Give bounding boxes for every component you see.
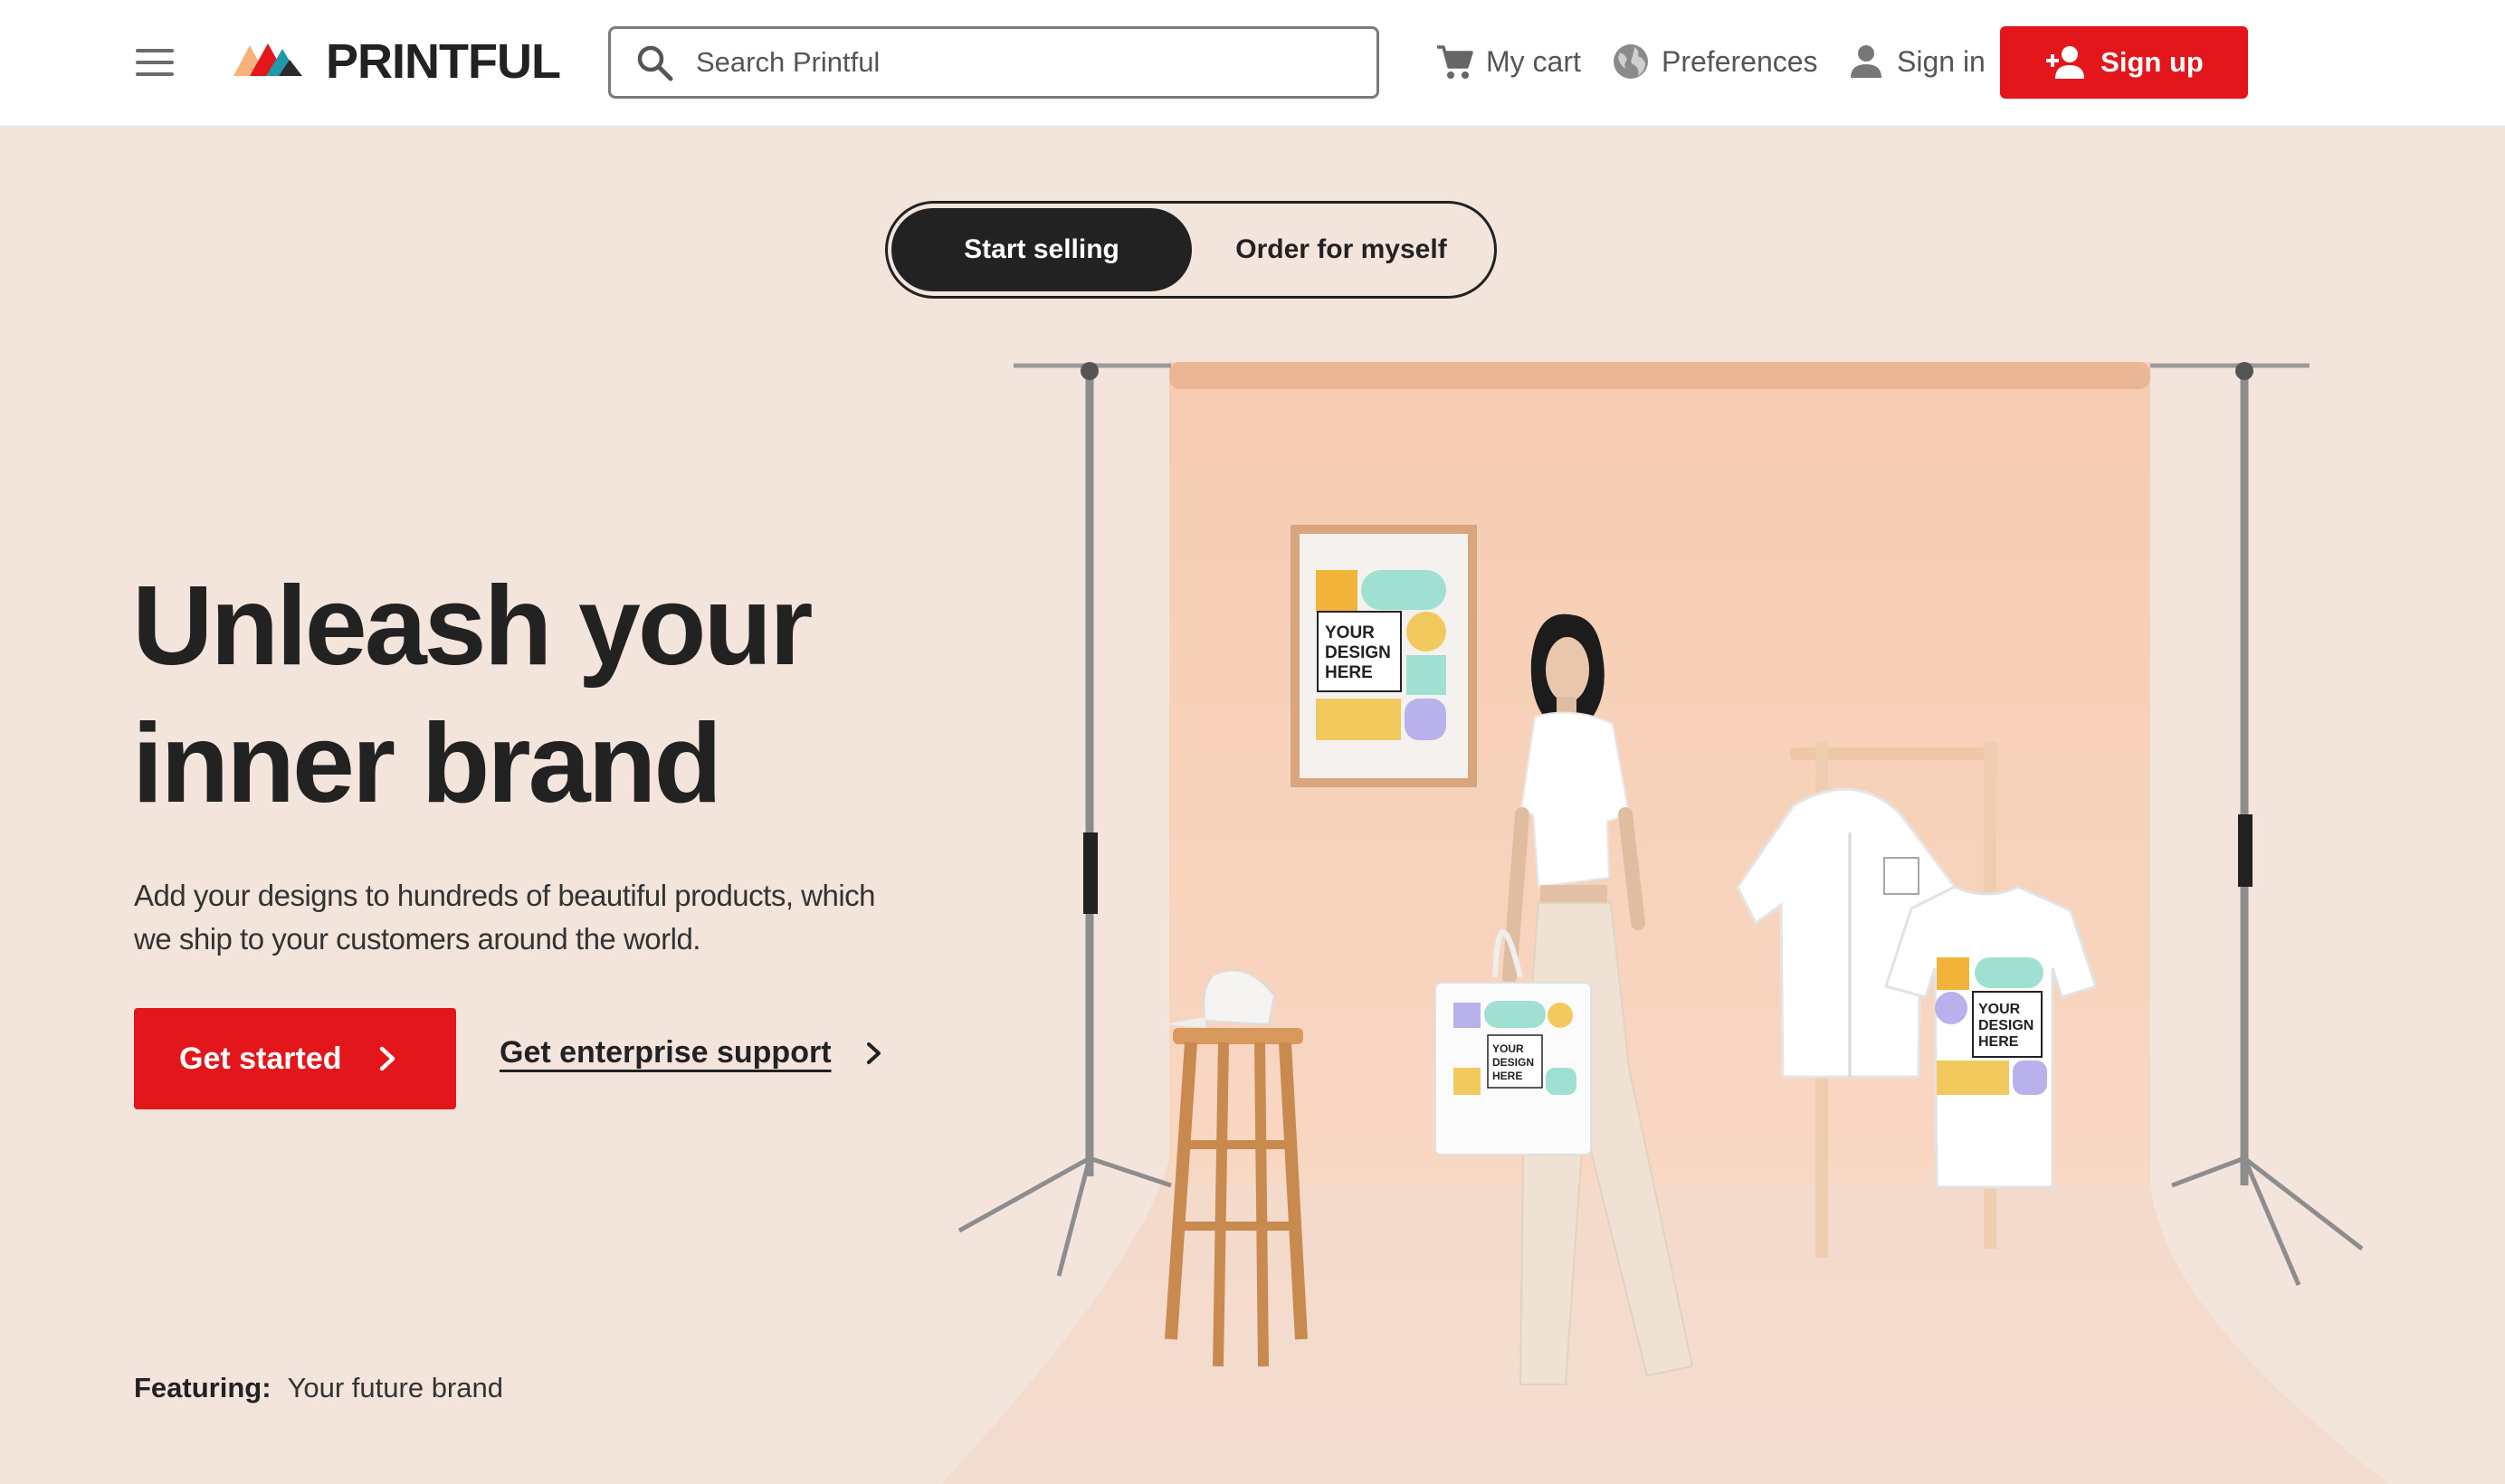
nav-cart-label: My cart: [1486, 44, 1581, 78]
hamburger-icon[interactable]: [136, 45, 174, 80]
hero-title-line2: inner brand: [132, 701, 722, 826]
light-stand-right: [2150, 362, 2364, 1286]
poster-text-line3: HERE: [1325, 663, 1373, 682]
hero-subtitle-line1: Add your designs to hundreds of beautifu…: [134, 879, 876, 912]
audience-toggle: Start selling Order for myself: [885, 201, 1497, 299]
sign-up-label: Sign up: [2100, 46, 2204, 78]
sign-up-button[interactable]: Sign up: [2000, 26, 2248, 99]
hero-title-line1: Unleash your: [132, 564, 814, 689]
logo-text: PRINTFUL: [326, 34, 561, 89]
tshirt-text-line2: DESIGN: [1978, 1018, 2034, 1033]
search-icon: [637, 45, 673, 81]
chevron-right-icon: [866, 1042, 881, 1064]
toggle-order-for-myself[interactable]: Order for myself: [1192, 208, 1491, 291]
featuring-line: Featuring: Your future brand: [134, 1372, 503, 1404]
get-started-label: Get started: [179, 1041, 342, 1076]
search-input[interactable]: [696, 46, 1348, 79]
nav-preferences-label: Preferences: [1662, 44, 1818, 78]
enterprise-support-label: Get enterprise support: [500, 1035, 832, 1070]
person-icon: [1851, 45, 1881, 78]
printful-logo[interactable]: PRINTFUL: [233, 34, 561, 89]
nav-sign-in[interactable]: Sign in: [1846, 38, 1986, 85]
search-box[interactable]: [608, 26, 1379, 99]
hero-subtitle: Add your designs to hundreds of beautifu…: [134, 874, 894, 961]
featuring-label: Featuring:: [134, 1372, 271, 1403]
framed-poster-mockup: YOUR DESIGN HERE: [1291, 525, 1477, 787]
logo-mark-icon: [233, 43, 302, 76]
enterprise-support-link[interactable]: Get enterprise support: [500, 1035, 884, 1070]
light-stand-left: [957, 362, 1172, 1277]
get-started-button[interactable]: Get started: [134, 1008, 456, 1109]
hero-subtitle-line2: we ship to your customers around the wor…: [134, 922, 700, 956]
person-add-icon: [2046, 46, 2085, 79]
cart-icon: [1437, 45, 1473, 79]
tshirt-text-line1: YOUR: [1978, 1002, 2021, 1017]
nav-preferences[interactable]: Preferences: [1611, 38, 1818, 85]
globe-icon: [1614, 44, 1648, 79]
chevron-right-icon: [379, 1046, 395, 1071]
hero-photo-studio: YOUR DESIGN HERE YOUR DESIGN HERE YOUR D…: [941, 362, 2389, 1484]
toggle-start-selling[interactable]: Start selling: [891, 208, 1192, 291]
hero-title: Unleash your inner brand: [132, 557, 910, 832]
tshirt-text-line3: HERE: [1978, 1034, 2019, 1050]
site-header: PRINTFUL My cart Preferences Sign in: [0, 0, 2505, 127]
nav-cart[interactable]: My cart: [1435, 38, 1581, 85]
tote-text-line3: HERE: [1492, 1070, 1522, 1082]
poster-text-line2: DESIGN: [1325, 643, 1391, 662]
poster-text-line1: YOUR: [1325, 623, 1375, 642]
nav-sign-in-label: Sign in: [1897, 44, 1986, 78]
featuring-value: Your future brand: [287, 1372, 503, 1403]
tote-text-line1: YOUR: [1492, 1042, 1524, 1055]
tote-text-line2: DESIGN: [1492, 1056, 1534, 1069]
